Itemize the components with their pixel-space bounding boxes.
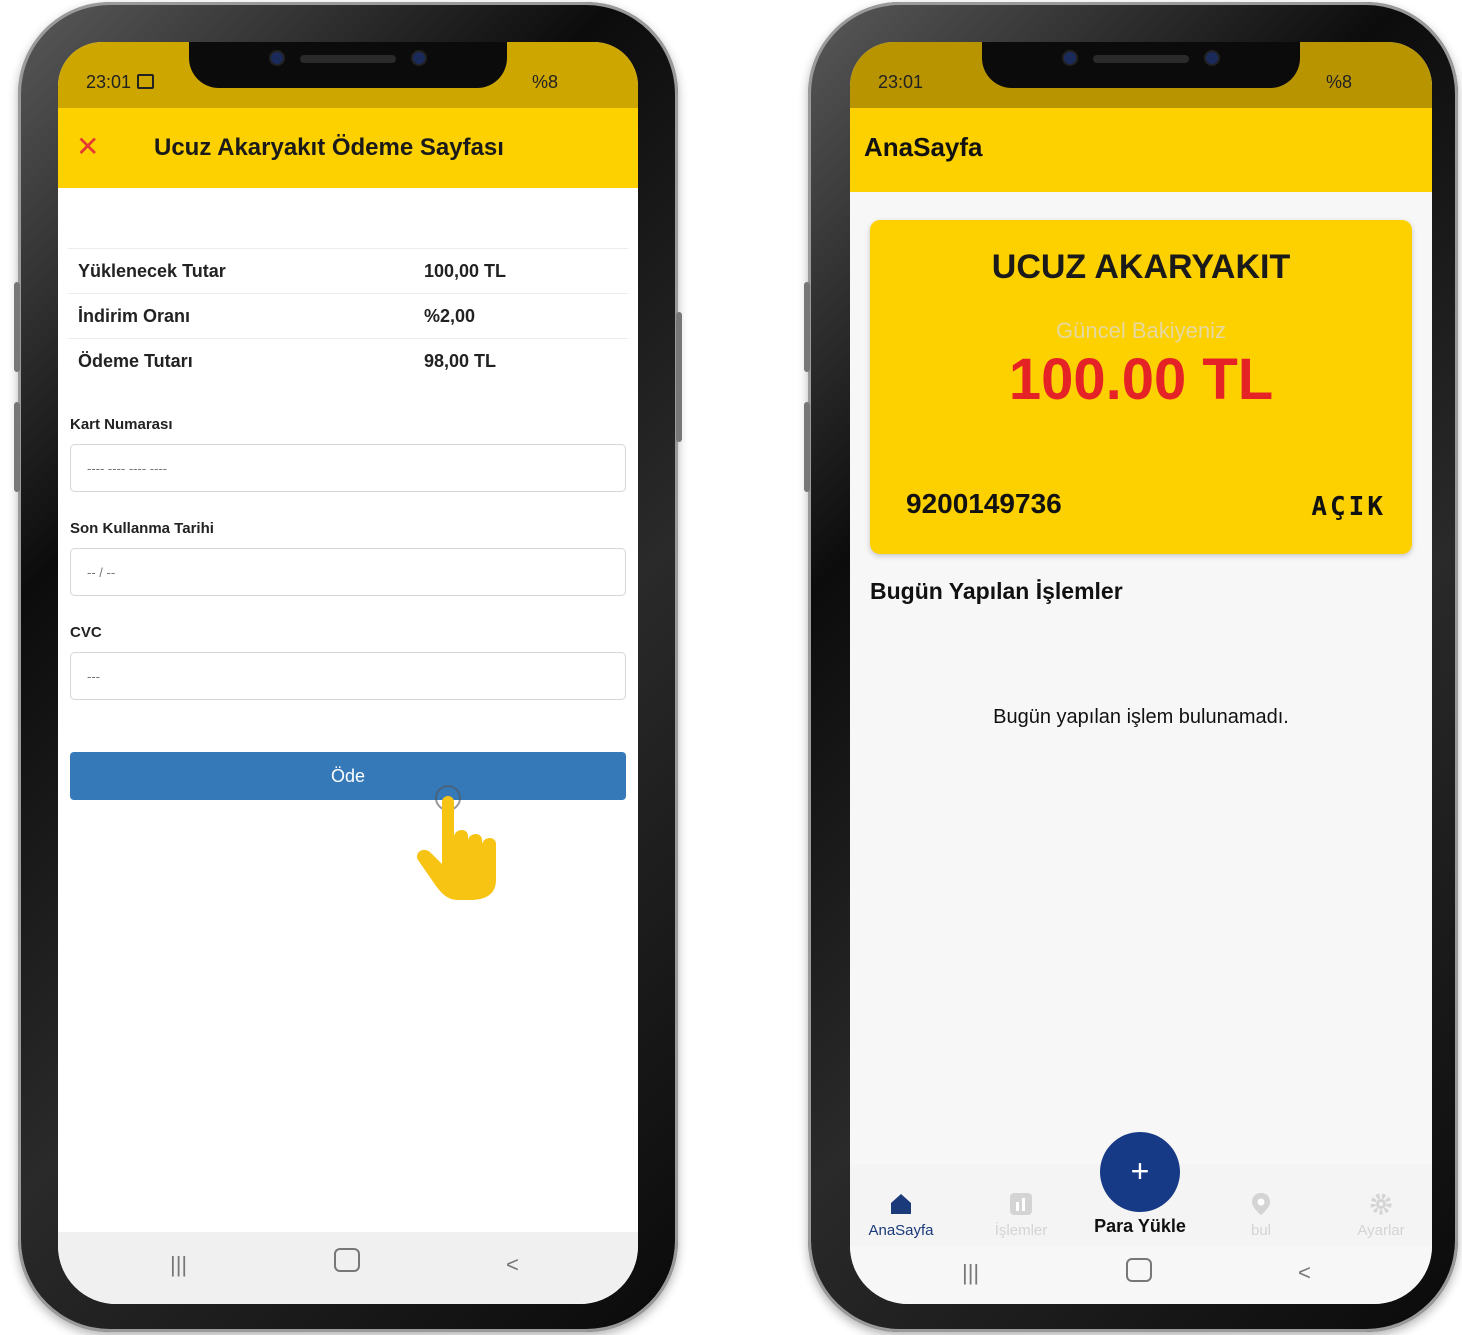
section-title: Bugün Yapılan İşlemler xyxy=(870,578,1123,604)
summary-label: İndirim Oranı xyxy=(78,306,191,326)
time-text: 23:01 xyxy=(86,72,132,92)
pay-button[interactable]: Öde xyxy=(70,752,626,800)
back-nav-icon[interactable]: < xyxy=(506,1252,519,1278)
home-nav-icon[interactable] xyxy=(1126,1258,1152,1282)
tab-label: Ayarlar xyxy=(1357,1222,1405,1239)
card-status-badge: AÇIK xyxy=(1311,492,1386,522)
camera-icon xyxy=(1064,52,1076,64)
app-bar: AnaSayfa xyxy=(850,108,1432,192)
battery-text: %8 xyxy=(531,72,558,92)
card-number: 9200149736 xyxy=(906,488,1062,519)
expiry-label: Son Kullanma Tarihi xyxy=(70,520,214,537)
add-money-button[interactable]: + xyxy=(1100,1132,1180,1212)
power-button xyxy=(676,312,682,442)
summary-value: 98,00 TL xyxy=(424,351,497,371)
card-number-label: Kart Numarası xyxy=(70,416,173,433)
system-nav-bar: ||| < xyxy=(58,1232,638,1304)
back-nav-icon[interactable]: < xyxy=(1298,1260,1311,1286)
notch xyxy=(982,42,1300,88)
cvc-input[interactable] xyxy=(70,652,626,700)
home-icon xyxy=(891,1194,911,1214)
camera-icon xyxy=(271,52,283,64)
volume-button xyxy=(14,402,20,492)
notch xyxy=(189,42,507,88)
summary-table: Yüklenecek Tutar 100,00 TL İndirim Oranı… xyxy=(68,248,628,383)
phone-left: 23:01 %8 ✕ Ucuz Akaryakıt Ödeme Sayfası … xyxy=(14,2,682,1332)
speaker xyxy=(1093,55,1189,63)
close-icon[interactable]: ✕ xyxy=(76,130,99,163)
add-money-label: Para Yükle xyxy=(1094,1216,1186,1236)
tab-ayarlar[interactable]: Ayarlar xyxy=(1336,1192,1426,1239)
recent-apps-icon[interactable]: ||| xyxy=(962,1260,979,1286)
empty-message: Bugün yapılan işlem bulunamadı. xyxy=(993,706,1289,728)
speaker xyxy=(300,55,396,63)
summary-row: İndirim Oranı %2,00 xyxy=(68,293,628,338)
summary-value: %2,00 xyxy=(424,306,476,326)
volume-button xyxy=(804,402,810,492)
summary-row: Yüklenecek Tutar 100,00 TL xyxy=(68,248,628,293)
plus-icon: + xyxy=(1130,1153,1150,1189)
fuel-card[interactable]: UCUZ AKARYAKIT Güncel Bakiyeniz 100.00 T… xyxy=(870,220,1412,554)
tab-bul[interactable]: bul xyxy=(1216,1192,1306,1239)
balance-amount: 100.00 TL xyxy=(1008,347,1274,412)
card-title: UCUZ AKARYAKIT xyxy=(991,248,1291,286)
system-nav-bar: ||| < xyxy=(850,1246,1432,1304)
phone-right: 23:01 %8 AnaSayfa UCUZ AKARYAKIT Güncel … xyxy=(804,2,1458,1332)
status-time: 23:01 xyxy=(86,72,155,93)
summary-label: Ödeme Tutarı xyxy=(78,351,193,371)
camera-icon xyxy=(1206,52,1218,64)
summary-row: Ödeme Tutarı 98,00 TL xyxy=(68,338,628,383)
tab-label: bul xyxy=(1250,1222,1272,1239)
tab-islemler[interactable]: İşlemler xyxy=(976,1192,1066,1239)
volume-button xyxy=(14,282,20,372)
app-bar: ✕ Ucuz Akaryakıt Ödeme Sayfası xyxy=(58,108,638,188)
home-screen: 23:01 %8 AnaSayfa UCUZ AKARYAKIT Güncel … xyxy=(850,42,1432,1304)
summary-value: 100,00 TL xyxy=(424,261,507,281)
card-number-input[interactable] xyxy=(70,444,626,492)
summary-label: Yüklenecek Tutar xyxy=(78,261,226,281)
balance-label: Güncel Bakiyeniz xyxy=(1056,318,1226,343)
home-nav-icon[interactable] xyxy=(334,1248,360,1272)
expiry-input[interactable] xyxy=(70,548,626,596)
chart-icon xyxy=(1010,1193,1032,1215)
page-title: AnaSayfa xyxy=(864,132,983,162)
gear-icon xyxy=(1370,1193,1392,1215)
camera-icon xyxy=(413,52,425,64)
location-pin-icon xyxy=(1252,1193,1270,1215)
cvc-label: CVC xyxy=(70,624,102,641)
image-icon xyxy=(137,74,155,89)
page-title: Ucuz Akaryakıt Ödeme Sayfası xyxy=(154,134,504,161)
payment-screen: 23:01 %8 ✕ Ucuz Akaryakıt Ödeme Sayfası … xyxy=(58,42,638,1304)
battery-text: %8 xyxy=(1325,72,1352,92)
volume-button xyxy=(804,282,810,372)
tab-label: İşlemler xyxy=(994,1222,1048,1239)
tab-label: AnaSayfa xyxy=(868,1222,934,1239)
recent-apps-icon[interactable]: ||| xyxy=(170,1252,187,1278)
status-time: 23:01 xyxy=(878,72,924,92)
tab-anasayfa[interactable]: AnaSayfa xyxy=(856,1192,946,1239)
hand-pointer-icon xyxy=(416,785,496,900)
